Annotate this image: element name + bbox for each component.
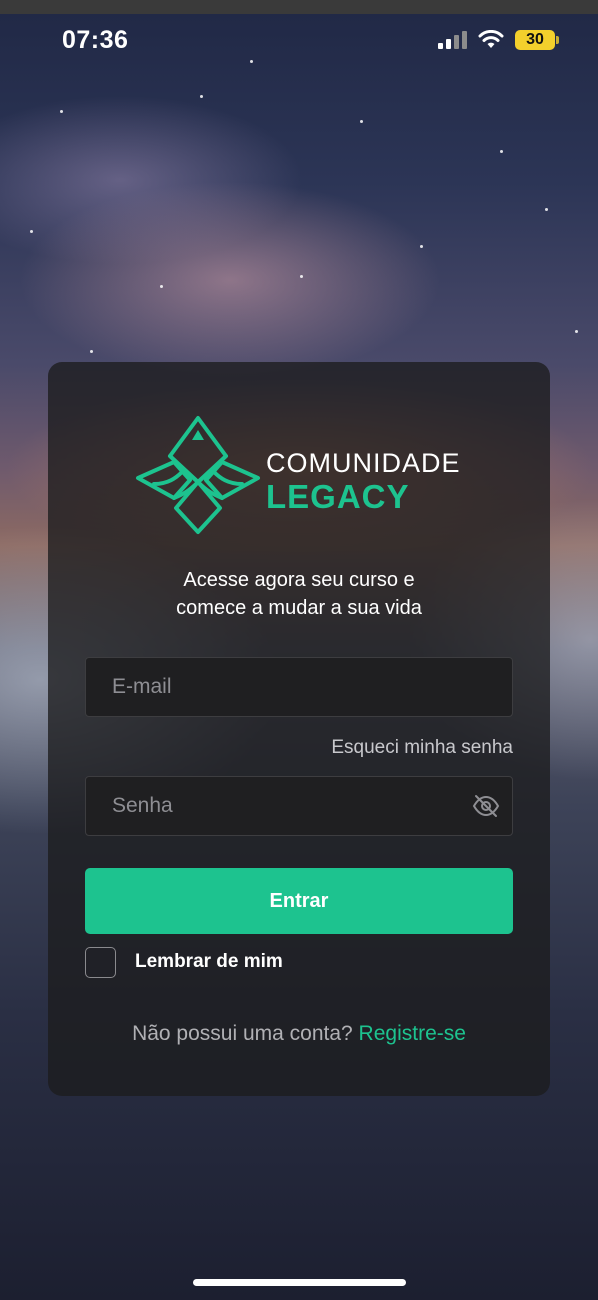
top-edge xyxy=(0,0,598,14)
tagline: Acesse agora seu curso e comece a mudar … xyxy=(48,566,550,622)
star xyxy=(360,120,363,123)
star xyxy=(420,245,423,248)
home-indicator[interactable] xyxy=(193,1279,406,1286)
status-bar: 07:36 30 xyxy=(0,18,598,64)
remember-me-label[interactable]: Lembrar de mim xyxy=(135,951,283,973)
login-button[interactable]: Entrar xyxy=(85,868,513,934)
login-card: COMUNIDADE LEGACY Acesse agora seu curso… xyxy=(48,362,550,1096)
battery-tip xyxy=(556,36,559,44)
star xyxy=(500,150,503,153)
battery-level: 30 xyxy=(526,31,544,48)
brand-logo: COMUNIDADE LEGACY xyxy=(134,412,480,538)
star xyxy=(90,350,93,353)
star xyxy=(575,330,578,333)
remember-me-checkbox[interactable] xyxy=(85,947,116,978)
password-input[interactable] xyxy=(85,776,513,836)
cellular-signal-icon xyxy=(438,31,467,49)
signup-row: Não possui uma conta? Registre-se xyxy=(48,1022,550,1046)
forgot-password-link[interactable]: Esqueci minha senha xyxy=(331,737,513,759)
eye-off-icon[interactable] xyxy=(472,794,500,818)
star xyxy=(30,230,33,233)
tagline-line-2: comece a mudar a sua vida xyxy=(176,597,422,619)
tagline-line-1: Acesse agora seu curso e xyxy=(183,569,415,591)
signup-link[interactable]: Registre-se xyxy=(359,1022,466,1045)
star xyxy=(160,285,163,288)
star xyxy=(200,95,203,98)
brand-name-top: COMUNIDADE xyxy=(266,448,461,478)
battery-icon: 30 xyxy=(515,30,555,50)
status-time: 07:36 xyxy=(62,26,129,54)
legacy-emblem-icon xyxy=(136,416,260,534)
signup-prompt: Não possui uma conta? xyxy=(132,1022,353,1045)
wifi-icon xyxy=(478,30,504,48)
email-input[interactable] xyxy=(85,657,513,717)
star xyxy=(300,275,303,278)
star xyxy=(545,208,548,211)
star xyxy=(60,110,63,113)
brand-name-bottom: LEGACY xyxy=(266,478,410,515)
